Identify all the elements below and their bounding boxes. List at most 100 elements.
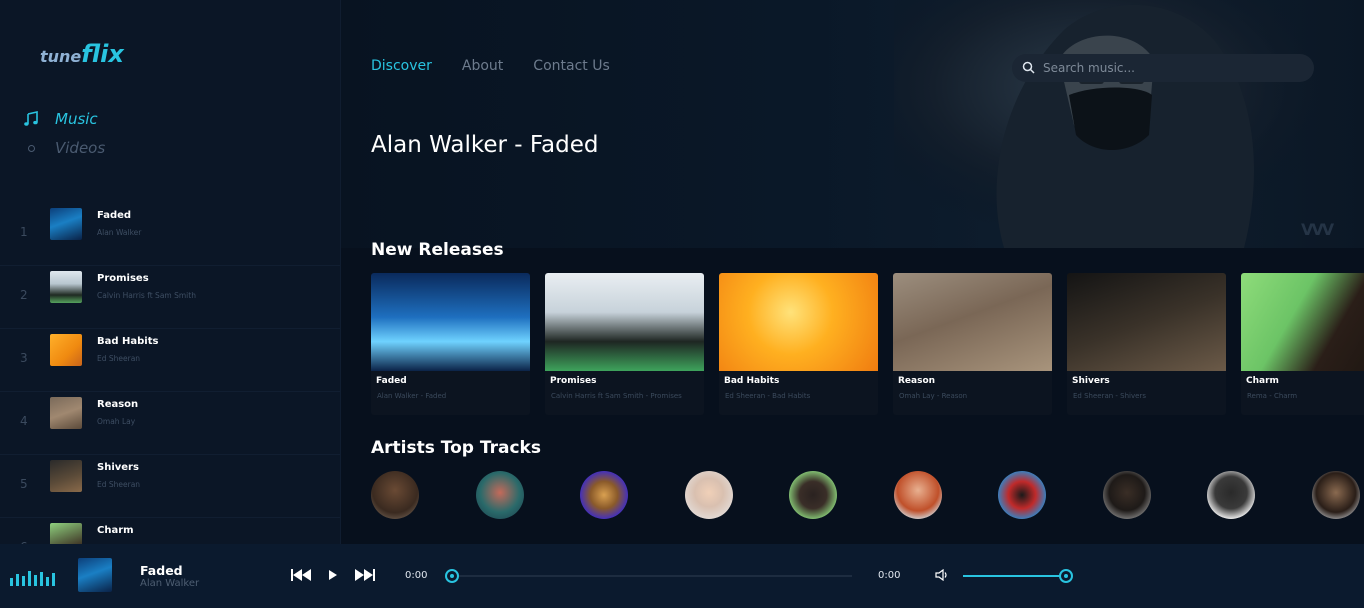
track-row[interactable]: 2 Promises Calvin Harris ft Sam Smith <box>0 266 340 329</box>
release-title: Reason <box>898 376 936 386</box>
track-number: 3 <box>20 351 28 365</box>
release-subtitle: Calvin Harris ft Sam Smith - Promises <box>551 392 682 400</box>
artist-avatar[interactable] <box>998 471 1046 519</box>
sidebar: tune flix Music Videos 1 Faded Alan Walke… <box>0 0 341 544</box>
artist-avatar[interactable] <box>1207 471 1255 519</box>
equalizer-icon <box>10 568 55 586</box>
track-thumbnail <box>50 334 82 366</box>
now-playing-thumbnail <box>78 558 112 592</box>
artist-avatar[interactable] <box>475 471 524 519</box>
search-bar <box>1012 54 1314 82</box>
track-title: Charm <box>97 525 134 536</box>
hero-title: Alan Walker - Faded <box>371 132 599 158</box>
next-button[interactable] <box>352 566 376 584</box>
release-cover <box>719 273 878 371</box>
release-title: Shivers <box>1072 376 1110 386</box>
nav-link-discover[interactable]: Discover <box>371 58 432 74</box>
release-cover <box>1067 273 1226 371</box>
track-thumbnail <box>50 523 82 544</box>
track-thumbnail <box>50 208 82 240</box>
track-artist: Ed Sheeran <box>97 354 141 363</box>
search-input[interactable] <box>1043 61 1283 75</box>
logo-part-flix: flix <box>81 40 124 68</box>
artist-avatar[interactable] <box>893 471 942 519</box>
release-subtitle: Ed Sheeran - Bad Habits <box>725 392 811 400</box>
release-card[interactable]: Bad Habits Ed Sheeran - Bad Habits <box>719 273 878 415</box>
new-releases-row: Faded Alan Walker - Faded Promises Calvi… <box>371 273 1364 415</box>
artist-avatar[interactable] <box>580 471 628 519</box>
track-title: Faded <box>97 210 132 221</box>
release-cover <box>1241 273 1364 371</box>
track-thumbnail <box>50 460 82 492</box>
track-number: 2 <box>20 288 28 302</box>
track-number: 5 <box>20 477 28 491</box>
nav-music[interactable]: Music <box>20 110 98 128</box>
track-artist: Calvin Harris ft Sam Smith <box>97 291 196 300</box>
progress-track[interactable] <box>452 575 852 577</box>
main-content: Discover About Contact Us Alan Walker - … <box>341 0 1364 544</box>
nav-link-about[interactable]: About <box>462 58 503 74</box>
track-thumbnail <box>50 397 82 429</box>
circle-icon <box>20 144 42 152</box>
track-artist: Ed Sheeran <box>97 480 141 489</box>
release-title: Bad Habits <box>724 376 780 386</box>
release-subtitle: Omah Lay - Reason <box>899 392 968 400</box>
nav-videos-label: Videos <box>55 139 106 157</box>
release-card[interactable]: Reason Omah Lay - Reason <box>893 273 1052 415</box>
top-nav: Discover About Contact Us <box>371 58 610 74</box>
release-title: Promises <box>550 376 597 386</box>
track-number: 1 <box>20 225 28 239</box>
now-playing-title: Faded <box>140 563 183 578</box>
release-subtitle: Alan Walker - Faded <box>377 392 447 400</box>
volume-icon[interactable] <box>930 566 954 584</box>
release-card[interactable]: Promises Calvin Harris ft Sam Smith - Pr… <box>545 273 704 415</box>
release-subtitle: Ed Sheeran - Shivers <box>1073 392 1146 400</box>
now-playing-artist: Alan Walker <box>140 578 200 589</box>
music-note-icon <box>20 111 42 127</box>
logo-part-tune: tune <box>40 47 82 66</box>
release-card[interactable]: Shivers Ed Sheeran - Shivers <box>1067 273 1226 415</box>
volume-slider-thumb[interactable] <box>1059 569 1073 583</box>
volume-track[interactable] <box>963 575 1066 577</box>
track-row[interactable]: 1 Faded Alan Walker <box>0 203 340 266</box>
artist-avatar[interactable] <box>1311 471 1360 519</box>
volume-fill <box>963 575 1066 577</box>
play-button[interactable] <box>321 566 345 584</box>
track-artist: Omah Lay <box>97 417 136 426</box>
release-cover <box>545 273 704 371</box>
track-row[interactable]: 4 Reason Omah Lay <box>0 392 340 455</box>
artist-watermark-logo: VVV <box>1301 220 1334 239</box>
progress-slider-thumb[interactable] <box>445 569 459 583</box>
release-card[interactable]: Faded Alan Walker - Faded <box>371 273 530 415</box>
release-title: Faded <box>376 376 407 386</box>
section-title-top-tracks: Artists Top Tracks <box>371 438 541 458</box>
artist-avatar[interactable] <box>1102 471 1151 519</box>
track-artist: Alan Walker <box>97 228 142 237</box>
artist-avatar[interactable] <box>371 471 419 519</box>
track-number: 4 <box>20 414 28 428</box>
nav-videos[interactable]: Videos <box>20 139 105 157</box>
track-title: Reason <box>97 399 139 410</box>
nav-music-label: Music <box>55 110 98 128</box>
artist-avatar[interactable] <box>789 471 837 519</box>
track-thumbnail <box>50 271 82 303</box>
artist-avatar[interactable] <box>684 471 733 519</box>
total-time: 0:00 <box>878 570 901 581</box>
previous-button[interactable] <box>290 566 314 584</box>
hero-banner: Discover About Contact Us Alan Walker - … <box>341 0 1364 248</box>
hero-artist-image <box>894 0 1324 248</box>
release-card[interactable]: Charm Rema - Charm <box>1241 273 1364 415</box>
release-subtitle: Rema - Charm <box>1247 392 1298 400</box>
logo[interactable]: tune flix <box>40 40 124 68</box>
track-title: Bad Habits <box>97 336 159 347</box>
search-icon <box>1022 59 1035 78</box>
current-time: 0:00 <box>405 570 428 581</box>
track-title: Promises <box>97 273 149 284</box>
release-title: Charm <box>1246 376 1279 386</box>
nav-link-contact[interactable]: Contact Us <box>533 58 609 74</box>
release-cover <box>371 273 530 371</box>
track-row[interactable]: 6 Charm <box>0 518 340 544</box>
section-title-new-releases: New Releases <box>371 240 504 260</box>
track-row[interactable]: 5 Shivers Ed Sheeran <box>0 455 340 518</box>
track-row[interactable]: 3 Bad Habits Ed Sheeran <box>0 329 340 392</box>
